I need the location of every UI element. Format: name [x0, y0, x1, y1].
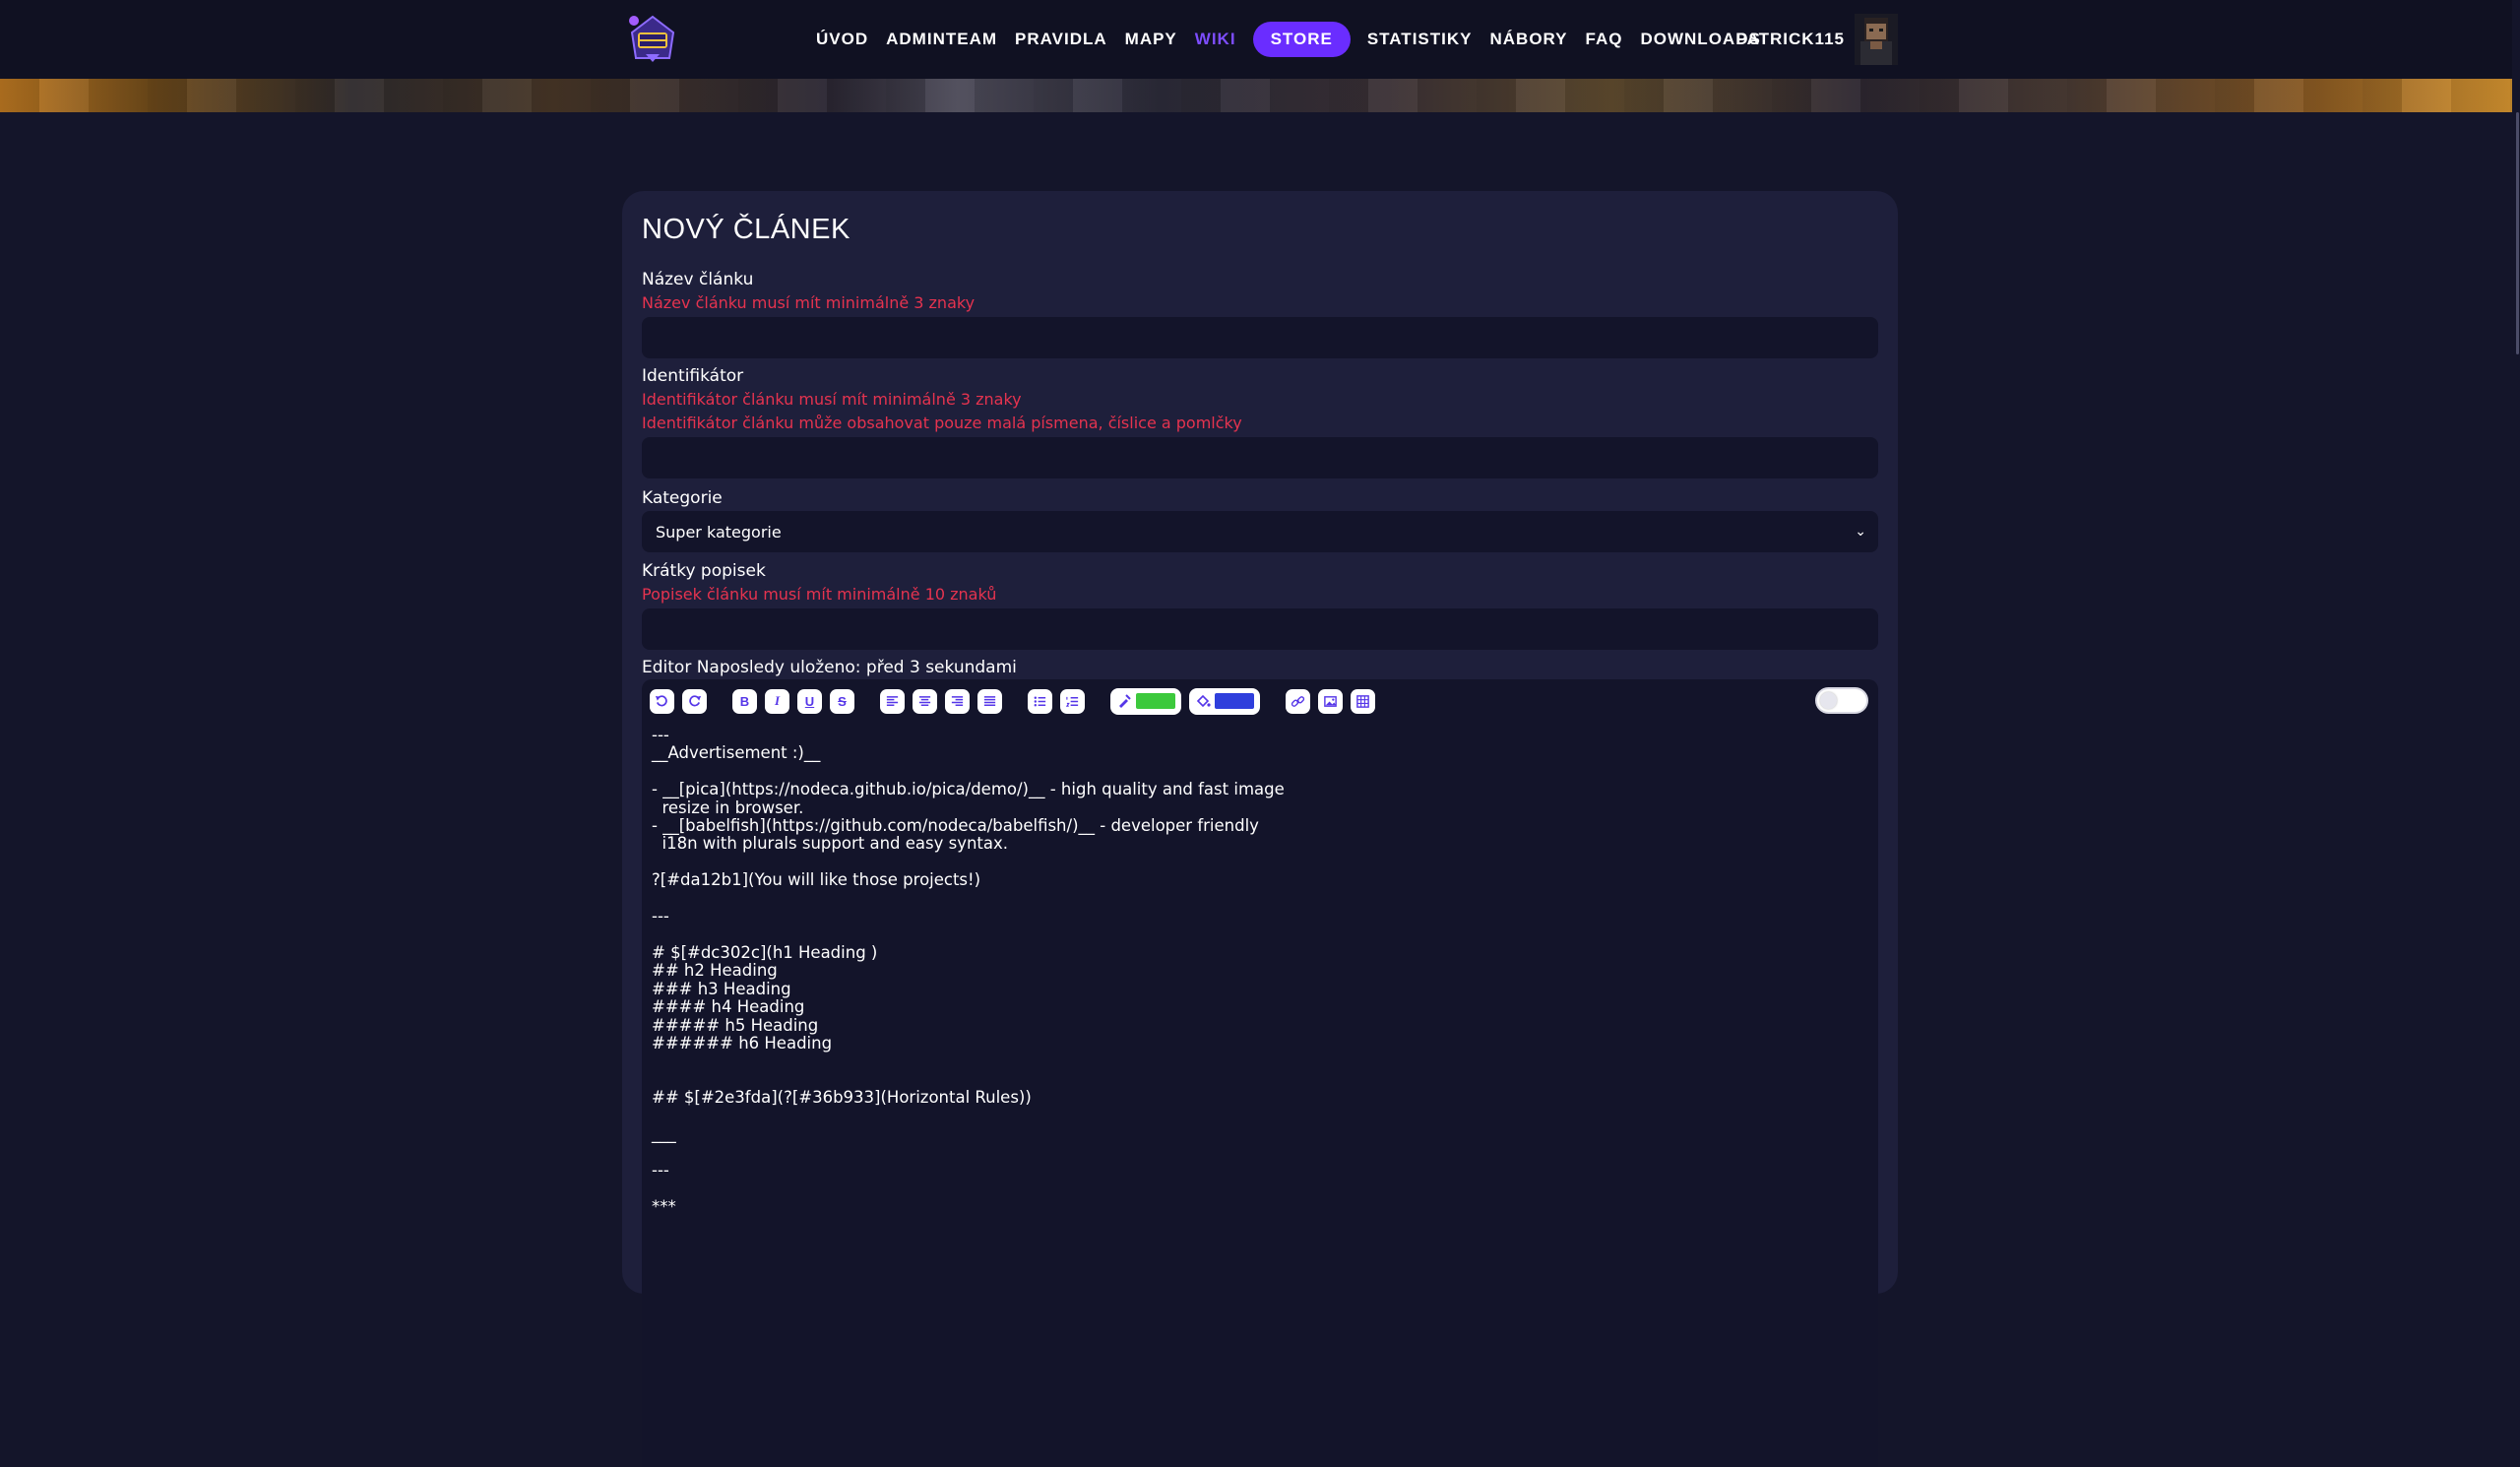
short-description-error: Popisek článku musí mít minimálně 10 zna… — [642, 585, 997, 604]
undo-button[interactable] — [650, 688, 674, 714]
link-icon — [1291, 695, 1305, 707]
nav-adminteam[interactable]: ADMINTEAM — [877, 30, 1006, 49]
text-color-picker[interactable] — [1110, 687, 1181, 715]
preview-toggle[interactable] — [1815, 687, 1868, 714]
article-name-error: Název článku musí mít minimálně 3 znaky — [642, 293, 976, 312]
strikethrough-icon: S — [838, 693, 847, 709]
italic-button[interactable]: I — [765, 688, 789, 714]
user-avatar-icon — [1855, 14, 1898, 65]
underline-button[interactable]: U — [797, 688, 822, 714]
site-logo[interactable] — [626, 13, 679, 66]
top-navbar: ÚVOD ADMINTEAM PRAVIDLA MAPY WIKI STORE … — [0, 0, 2520, 79]
text-color-icon — [1119, 694, 1131, 708]
bold-icon: B — [739, 693, 750, 709]
background-color-icon — [1196, 694, 1211, 708]
background-color-picker[interactable] — [1189, 687, 1260, 715]
page-title: NOVÝ ČLÁNEK — [642, 214, 850, 245]
align-right-icon — [951, 695, 964, 706]
image-button[interactable] — [1318, 688, 1343, 714]
scrollbar-thumb[interactable] — [2516, 112, 2519, 354]
numbered-list-button[interactable] — [1060, 688, 1085, 714]
editor-content[interactable]: --- __Advertisement :)__ - __[pica](http… — [652, 726, 1868, 1216]
text-color-swatch — [1136, 693, 1175, 709]
nav-faq[interactable]: FAQ — [1577, 30, 1632, 49]
link-button[interactable] — [1286, 688, 1310, 714]
table-button[interactable] — [1351, 688, 1375, 714]
undo-icon — [655, 694, 667, 706]
align-left-icon — [886, 695, 899, 706]
header-banner — [0, 79, 2520, 112]
identifier-label: Identifikátor — [642, 366, 744, 386]
short-description-input[interactable] — [642, 608, 1878, 650]
toggle-knob — [1820, 692, 1837, 709]
nav-nabory[interactable]: NÁBORY — [1480, 30, 1576, 49]
page-scrollbar[interactable] — [2512, 0, 2520, 1259]
align-justify-button[interactable] — [977, 688, 1002, 714]
strikethrough-button[interactable]: S — [830, 688, 854, 714]
bullet-list-button[interactable] — [1028, 688, 1052, 714]
user-menu[interactable]: PATRICK115 — [1736, 14, 1898, 65]
short-description-label: Krátky popisek — [642, 561, 766, 581]
numbered-list-icon — [1065, 696, 1079, 707]
main-menu: ÚVOD ADMINTEAM PRAVIDLA MAPY WIKI STORE … — [807, 22, 1770, 57]
image-icon — [1324, 695, 1337, 707]
username[interactable]: PATRICK115 — [1736, 30, 1845, 49]
nav-wiki[interactable]: WIKI — [1186, 30, 1245, 49]
category-label: Kategorie — [642, 488, 723, 508]
bold-button[interactable]: B — [732, 688, 757, 714]
navbar-inner: ÚVOD ADMINTEAM PRAVIDLA MAPY WIKI STORE … — [622, 0, 1898, 79]
nav-statistiky[interactable]: STATISTIKY — [1358, 30, 1481, 49]
identifier-input[interactable] — [642, 437, 1878, 478]
italic-icon: I — [774, 693, 781, 708]
underline-icon: U — [804, 693, 815, 709]
editor-toolbar: B I U S — [642, 679, 1878, 723]
nav-store-button[interactable]: STORE — [1252, 22, 1351, 57]
nav-mapy[interactable]: MAPY — [1116, 30, 1186, 49]
article-name-label: Název článku — [642, 270, 754, 289]
editor-label: Editor Naposledy uloženo: před 3 sekunda… — [642, 658, 1017, 677]
logo-icon — [629, 15, 675, 62]
markdown-editor: B I U S --- __Advertisement:)__ - __[pi… — [642, 679, 1878, 1467]
align-justify-icon — [983, 695, 996, 706]
nav-uvod[interactable]: ÚVOD — [807, 30, 877, 49]
category-select[interactable]: Super kategorie ⌄ — [642, 511, 1878, 552]
avatar[interactable] — [1855, 14, 1898, 65]
identifier-error-length: Identifikátor článku musí mít minimálně … — [642, 390, 1022, 409]
redo-button[interactable] — [682, 688, 707, 714]
align-center-icon — [918, 695, 931, 706]
align-right-button[interactable] — [945, 688, 970, 714]
article-name-input[interactable] — [642, 317, 1878, 358]
new-article-card: NOVÝ ČLÁNEK Název článku Název článku mu… — [622, 191, 1898, 1467]
identifier-error-format: Identifikátor článku může obsahovat pouz… — [642, 414, 1242, 432]
align-left-button[interactable] — [880, 688, 905, 714]
align-center-button[interactable] — [913, 688, 937, 714]
table-icon — [1356, 694, 1369, 708]
category-selected-value: Super kategorie — [656, 522, 782, 542]
bullet-list-icon — [1034, 696, 1046, 706]
nav-pravidla[interactable]: PRAVIDLA — [1006, 30, 1116, 49]
chevron-down-icon: ⌄ — [1855, 524, 1866, 540]
redo-icon — [689, 694, 702, 706]
background-color-swatch — [1215, 693, 1254, 709]
